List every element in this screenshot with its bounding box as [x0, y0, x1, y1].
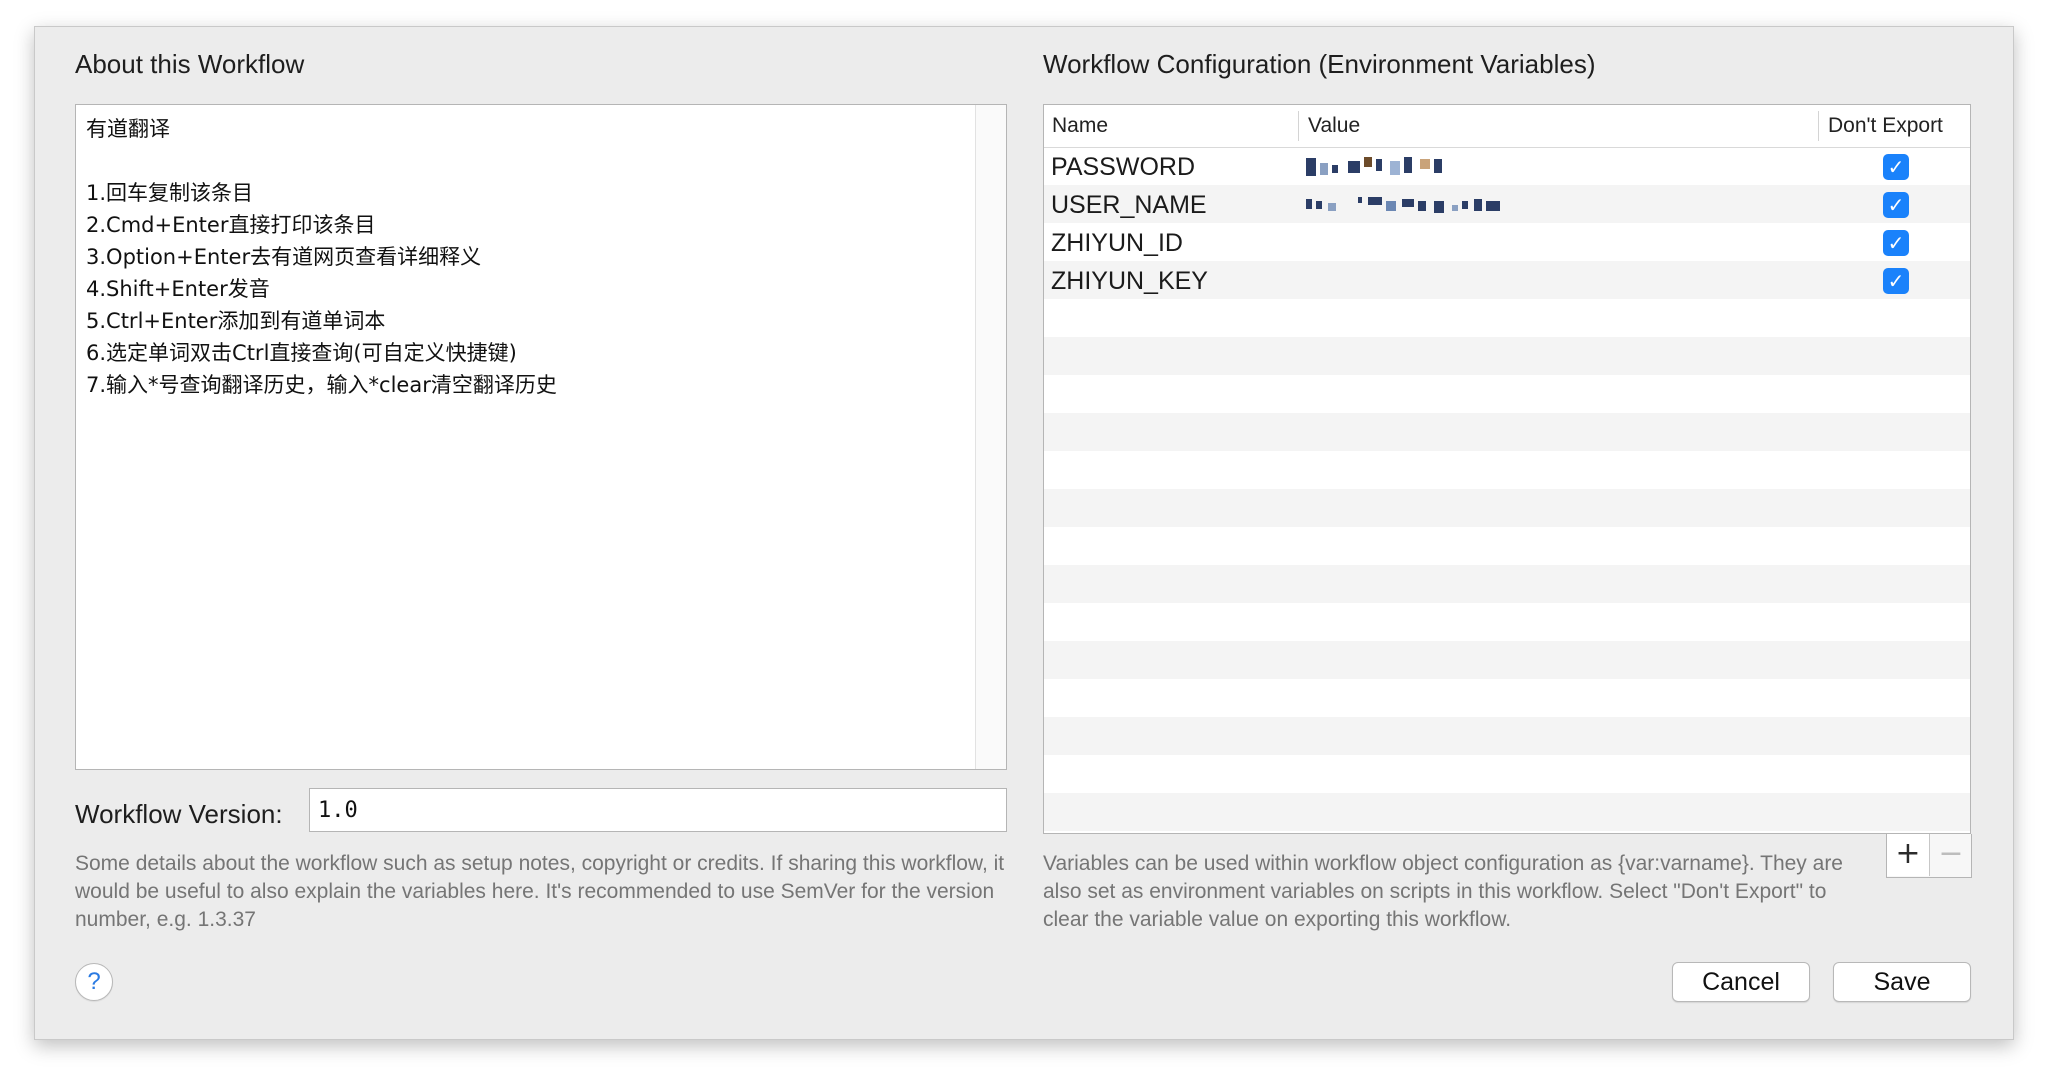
column-divider[interactable]	[1818, 111, 1819, 141]
workflow-config-sheet: About this Workflow 有道翻译 1.回车复制该条目 2.Cmd…	[34, 26, 2014, 1040]
add-variable-button[interactable]: +	[1887, 834, 1930, 876]
dont-export-checkbox[interactable]: ✓	[1883, 192, 1909, 218]
variable-name[interactable]: ZHIYUN_ID	[1051, 223, 1183, 263]
dont-export-checkbox[interactable]: ✓	[1883, 154, 1909, 180]
empty-row	[1044, 489, 1970, 527]
config-help-text: Variables can be used within workflow ob…	[1043, 852, 1843, 931]
empty-row	[1044, 413, 1970, 451]
table-header: Name Value Don't Export	[1044, 105, 1970, 148]
redacted-value[interactable]	[1306, 193, 1546, 215]
table-row[interactable]: ZHIYUN_ID ✓	[1044, 223, 1970, 261]
variable-name[interactable]: PASSWORD	[1051, 147, 1195, 187]
redacted-value[interactable]	[1306, 155, 1486, 177]
empty-row	[1044, 603, 1970, 641]
empty-row	[1044, 337, 1970, 375]
dont-export-checkbox[interactable]: ✓	[1883, 268, 1909, 294]
table-row[interactable]: USER_NAME ✓	[1044, 185, 1970, 223]
variable-name[interactable]: ZHIYUN_KEY	[1051, 261, 1208, 301]
empty-row	[1044, 679, 1970, 717]
empty-row	[1044, 641, 1970, 679]
empty-row	[1044, 527, 1970, 565]
checkmark-icon: ✓	[1887, 269, 1905, 293]
empty-row	[1044, 793, 1970, 831]
empty-row	[1044, 755, 1970, 793]
version-label: Workflow Version:	[75, 799, 283, 829]
empty-row	[1044, 565, 1970, 603]
empty-row	[1044, 451, 1970, 489]
column-header-value[interactable]: Value	[1300, 105, 1820, 147]
column-divider[interactable]	[1298, 111, 1299, 141]
about-help-text: Some details about the workflow such as …	[75, 852, 1005, 931]
column-header-dont-export[interactable]: Don't Export	[1820, 105, 1970, 147]
variable-name[interactable]: USER_NAME	[1051, 185, 1207, 225]
checkmark-icon: ✓	[1887, 155, 1905, 179]
description-text[interactable]: 有道翻译 1.回车复制该条目 2.Cmd+Enter直接打印该条目 3.Opti…	[86, 113, 966, 401]
table-row[interactable]: ZHIYUN_KEY ✓	[1044, 261, 1970, 299]
description-scrollbar[interactable]	[975, 105, 1006, 769]
checkmark-icon: ✓	[1887, 231, 1905, 255]
description-textarea[interactable]: 有道翻译 1.回车复制该条目 2.Cmd+Enter直接打印该条目 3.Opti…	[75, 104, 1007, 770]
help-button[interactable]: ?	[75, 963, 113, 1001]
question-mark-icon: ?	[87, 968, 101, 995]
column-header-name[interactable]: Name	[1044, 105, 1300, 147]
plus-icon: +	[1895, 836, 1921, 871]
checkmark-icon: ✓	[1887, 193, 1905, 217]
config-title: Workflow Configuration (Environment Vari…	[1043, 49, 1596, 79]
table-row[interactable]: PASSWORD ✓	[1044, 147, 1970, 185]
variables-table: Name Value Don't Export PASSWORD ✓ USER_…	[1043, 104, 1971, 834]
empty-row	[1044, 375, 1970, 413]
cancel-button[interactable]: Cancel	[1672, 962, 1810, 1002]
empty-row	[1044, 717, 1970, 755]
dont-export-checkbox[interactable]: ✓	[1883, 230, 1909, 256]
empty-row	[1044, 299, 1970, 337]
save-button[interactable]: Save	[1833, 962, 1971, 1002]
version-input[interactable]	[309, 788, 1007, 832]
add-remove-control: + −	[1886, 834, 1972, 878]
about-title: About this Workflow	[75, 49, 305, 79]
remove-variable-button[interactable]: −	[1930, 834, 1972, 876]
minus-icon: −	[1938, 836, 1964, 871]
